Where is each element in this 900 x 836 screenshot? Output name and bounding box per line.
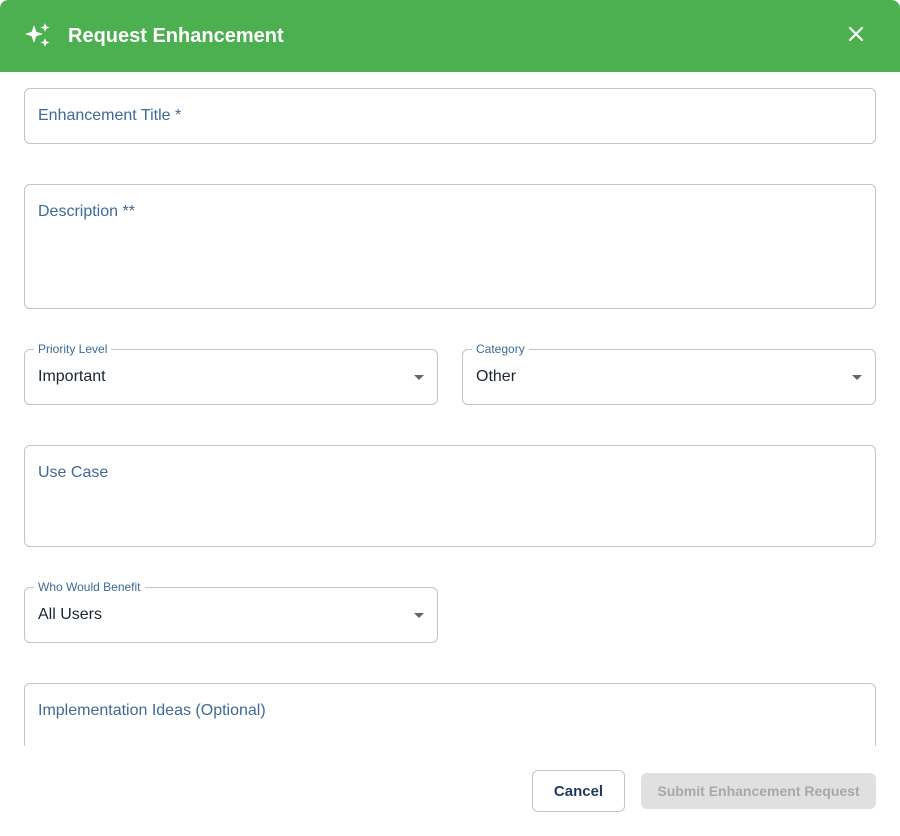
dialog-header: Request Enhancement — [0, 0, 900, 72]
priority-level-label: Priority Level — [34, 342, 112, 356]
close-button[interactable] — [840, 20, 872, 52]
sparkles-icon — [24, 22, 52, 50]
cancel-button[interactable]: Cancel — [532, 770, 625, 812]
priority-level-value: Important — [38, 368, 106, 385]
close-icon — [848, 26, 864, 47]
request-enhancement-dialog: Request Enhancement Enhancement Title * … — [0, 0, 900, 836]
description-field[interactable]: Description ** — [24, 184, 876, 309]
implementation-ideas-field[interactable]: Implementation Ideas (Optional) — [24, 683, 876, 746]
chevron-down-icon — [414, 375, 424, 380]
dialog-footer: Cancel Submit Enhancement Request — [0, 746, 900, 836]
implementation-ideas-placeholder: Implementation Ideas (Optional) — [38, 702, 266, 719]
dialog-title: Request Enhancement — [68, 25, 284, 47]
who-would-benefit-label: Who Would Benefit — [34, 580, 145, 594]
priority-level-select[interactable]: Priority Level Important — [24, 342, 438, 405]
dialog-content: Enhancement Title * Description ** Prior… — [0, 72, 900, 746]
who-would-benefit-value: All Users — [38, 606, 103, 623]
use-case-field[interactable]: Use Case — [24, 445, 876, 547]
chevron-down-icon — [852, 375, 862, 380]
category-value: Other — [476, 368, 517, 385]
who-would-benefit-select[interactable]: Who Would Benefit All Users — [24, 580, 438, 643]
submit-enhancement-button[interactable]: Submit Enhancement Request — [641, 773, 876, 809]
description-placeholder: Description ** — [38, 203, 135, 220]
enhancement-title-placeholder: Enhancement Title * — [38, 107, 182, 124]
category-label: Category — [472, 342, 529, 356]
category-select[interactable]: Category Other — [462, 342, 876, 405]
enhancement-title-field[interactable]: Enhancement Title * — [24, 88, 876, 144]
chevron-down-icon — [414, 613, 424, 618]
use-case-placeholder: Use Case — [38, 464, 109, 481]
